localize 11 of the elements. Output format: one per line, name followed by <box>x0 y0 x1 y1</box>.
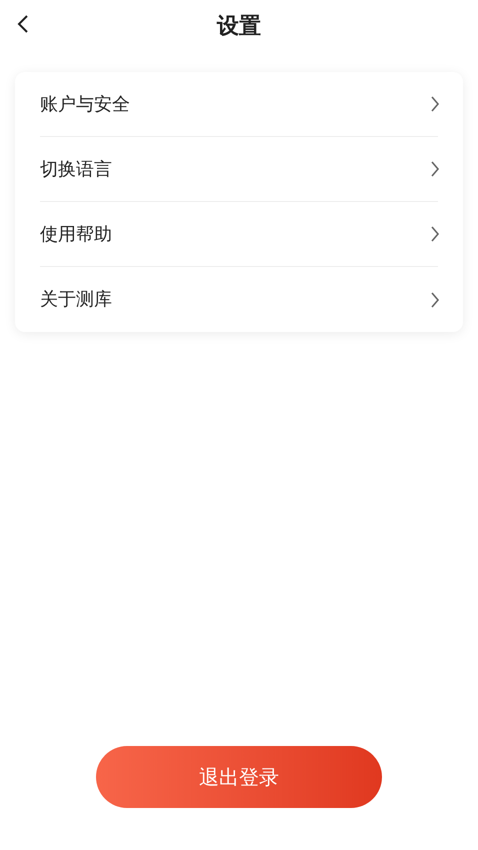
page-title: 设置 <box>217 12 261 40</box>
menu-item[interactable]: 关于测库 <box>40 286 112 313</box>
chevron-right-icon <box>430 290 440 308</box>
menu-item[interactable]: 使用帮助 <box>40 220 112 248</box>
logout-button[interactable]: 退出登录 <box>96 746 382 808</box>
back-icon[interactable] <box>17 14 29 34</box>
chevron-right-icon <box>430 95 440 113</box>
menu-item[interactable]: 账户与安全 <box>40 90 130 118</box>
menu-item[interactable]: 切换语言 <box>40 156 112 182</box>
chevron-right-icon <box>430 225 440 243</box>
chevron-right-icon <box>430 160 440 178</box>
